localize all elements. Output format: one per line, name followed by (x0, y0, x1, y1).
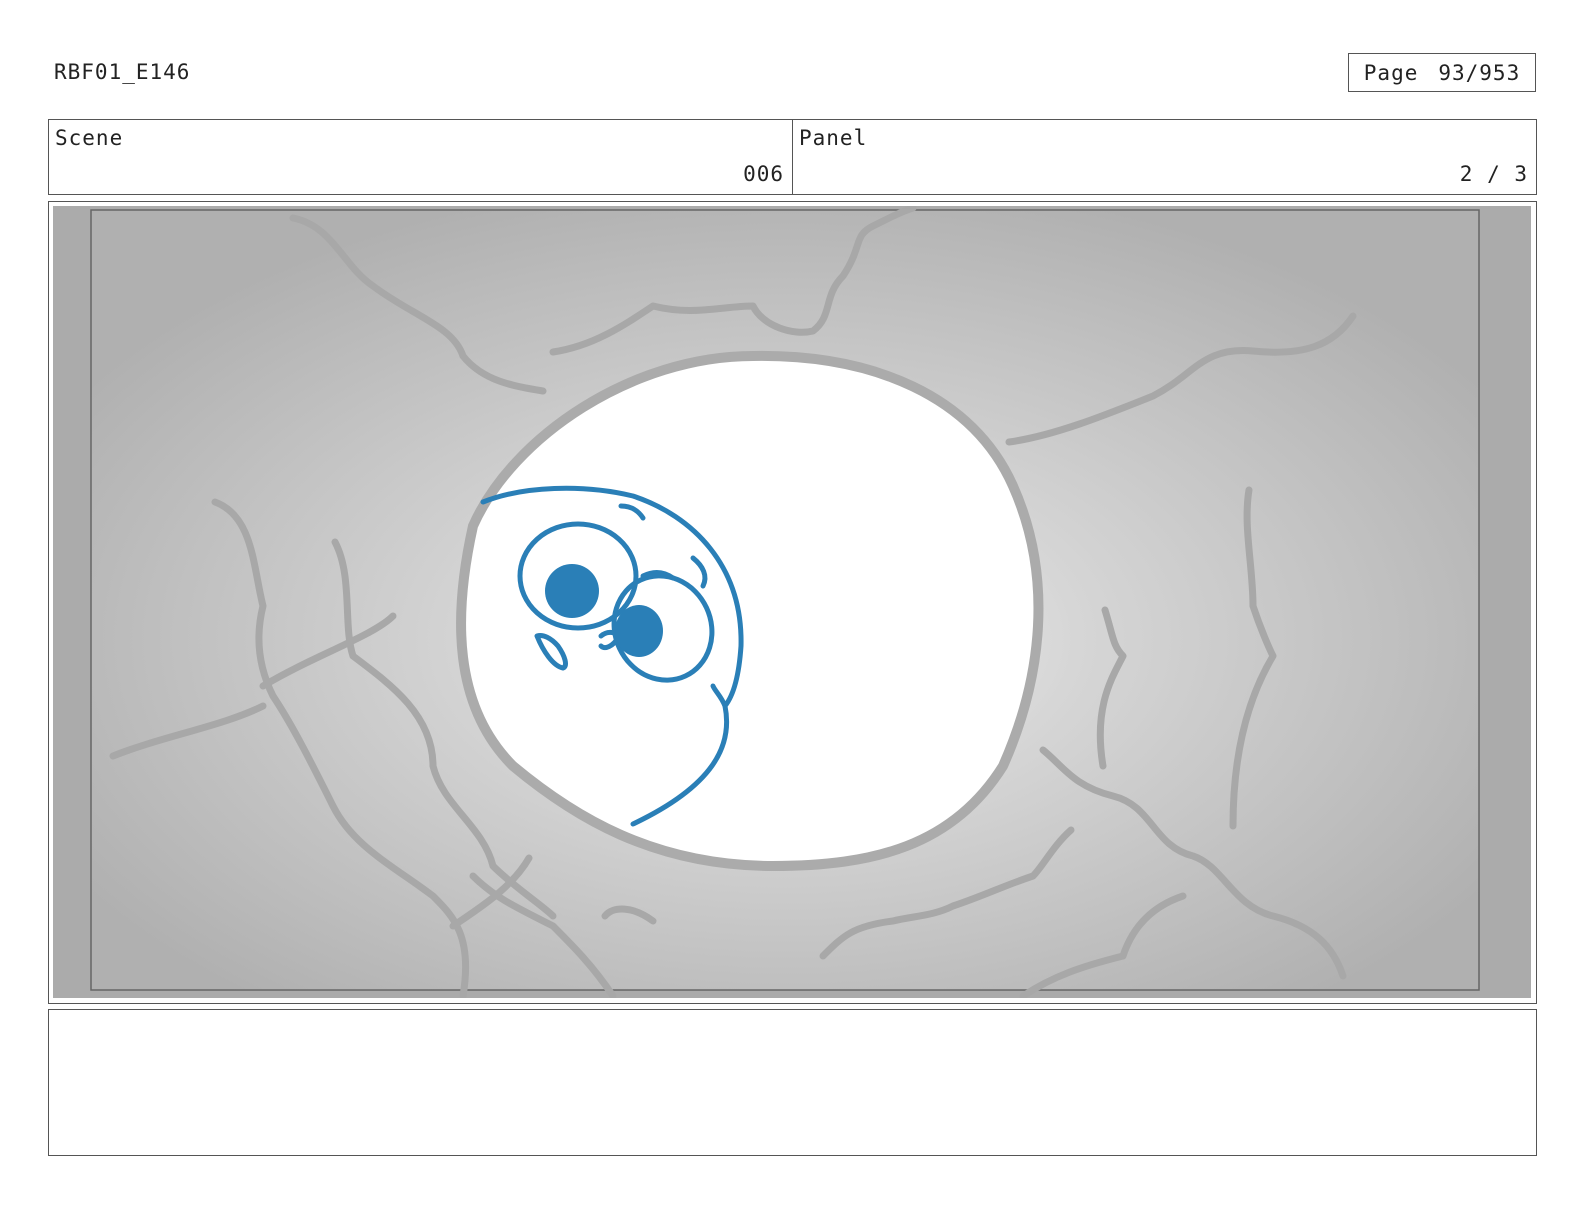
page-label: Page (1363, 60, 1419, 85)
panel-value: 2 / 3 (1459, 162, 1528, 186)
episode-code: RBF01_E146 (54, 60, 191, 84)
scene-value: 006 (743, 162, 784, 186)
page-number: 93/953 (1438, 60, 1521, 85)
hole-opening (456, 350, 1044, 872)
storyboard-drawing (53, 206, 1531, 998)
notes-box (48, 1009, 1537, 1156)
scene-panel-info: Scene 006 Panel 2 / 3 (48, 119, 1537, 195)
page-indicator: Page 93/953 (1348, 53, 1536, 92)
scene-cell: Scene 006 (49, 120, 792, 194)
scene-label: Scene (55, 126, 124, 150)
storyboard-frame (48, 201, 1537, 1004)
panel-label: Panel (799, 126, 868, 150)
panel-cell: Panel 2 / 3 (792, 120, 1536, 194)
